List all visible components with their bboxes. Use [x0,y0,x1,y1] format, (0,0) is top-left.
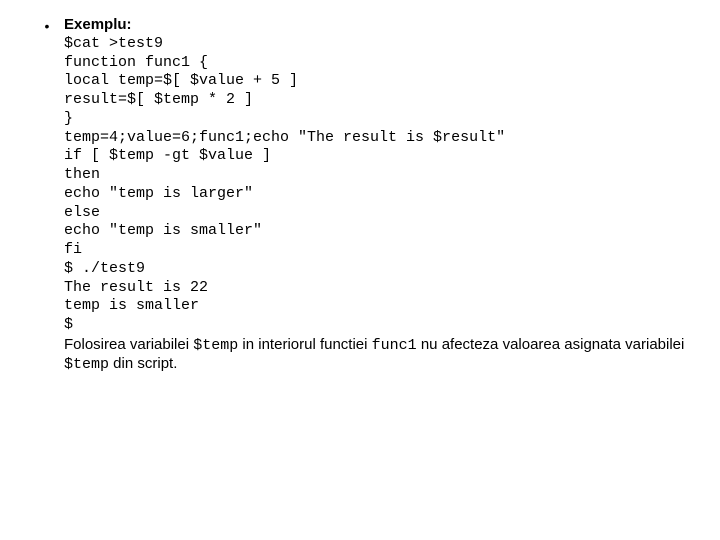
code-line: $ ./test9 [64,260,690,279]
code-line: temp=4;value=6;func1;echo "The result is… [64,129,690,148]
code-line: local temp=$[ $value + 5 ] [64,72,690,91]
code-line: function func1 { [64,54,690,73]
explain-text: Folosirea variabilei [64,336,193,353]
bullet-item: • Exemplu: $cat >test9 function func1 { … [30,16,690,374]
code-line: else [64,204,690,223]
slide: • Exemplu: $cat >test9 function func1 { … [0,0,720,540]
code-line: echo "temp is larger" [64,185,690,204]
bullet-content: Exemplu: $cat >test9 function func1 { lo… [64,16,690,374]
bullet-icon: • [30,16,64,36]
code-line: result=$[ $temp * 2 ] [64,91,690,110]
code-line: fi [64,241,690,260]
code-line: } [64,110,690,129]
example-heading: Exemplu: [64,16,690,35]
explanation-text: Folosirea variabilei $temp in interiorul… [64,336,690,374]
code-line: $ [64,316,690,335]
code-line: if [ $temp -gt $value ] [64,147,690,166]
explain-code: $temp [193,337,238,354]
explain-code: $temp [64,356,109,373]
code-line: temp is smaller [64,297,690,316]
explain-text: din script. [109,355,177,372]
code-line: $cat >test9 [64,35,690,54]
explain-text: in interiorul functiei [238,336,371,353]
code-line: echo "temp is smaller" [64,222,690,241]
code-line: then [64,166,690,185]
explain-code: func1 [372,337,417,354]
explain-text: nu afecteza valoarea asignata variabilei [417,336,685,353]
code-line: The result is 22 [64,279,690,298]
